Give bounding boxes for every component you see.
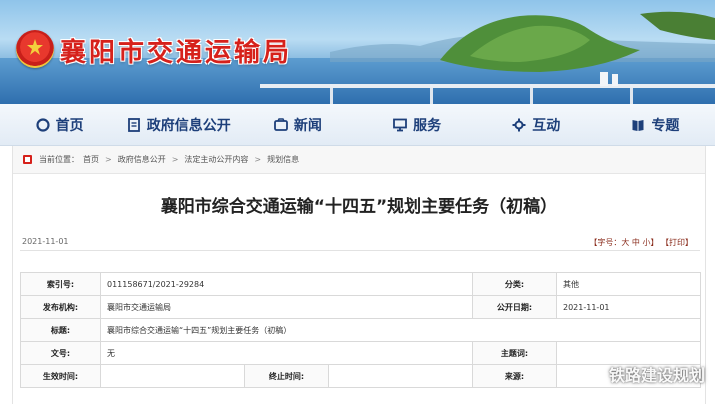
watermark: 铁路建设规划 — [581, 362, 705, 386]
breadcrumb: 当前位置： 首页 > 政府信息公开 > 法定主动公开内容 > 规划信息 — [13, 146, 705, 174]
breadcrumb-link-gov-info[interactable]: 政府信息公开 — [118, 154, 166, 165]
nav-label: 首页 — [55, 117, 84, 134]
nav-label: 专题 — [651, 117, 680, 134]
subject-label: 主题词: — [472, 341, 557, 365]
breadcrumb-prefix: 当前位置： — [39, 155, 79, 164]
breadcrumb-link-planning[interactable]: 规划信息 — [267, 154, 299, 165]
table-row: 发布机构: 襄阳市交通运输局 公开日期: 2021-11-01 — [20, 295, 701, 319]
nav-item-news[interactable]: 新闻 — [238, 115, 357, 135]
nav-label: 互动 — [532, 117, 561, 134]
monitor-icon — [393, 118, 407, 131]
font-size-large-button[interactable]: 大 — [621, 238, 629, 247]
title-value: 襄阳市综合交通运输“十四五”规划主要任务（初稿） — [100, 318, 701, 342]
site-banner: 襄阳市交通运输局 — [0, 0, 715, 104]
index-value: 011158671/2021-29284 — [100, 272, 473, 296]
article-tools: 【字号：大 中 小】 【打印】 — [589, 237, 693, 248]
main-nav: 首页 政府信息公开 新闻 服务 互动 专题 — [0, 104, 715, 146]
nav-item-topics[interactable]: 专题 — [596, 115, 715, 135]
effective-label: 生效时间: — [20, 364, 101, 388]
breadcrumb-separator: > — [105, 155, 112, 164]
docno-label: 文号: — [20, 341, 101, 365]
index-label: 索引号: — [20, 272, 101, 296]
article-date: 2021-11-01 — [22, 237, 69, 246]
publisher-label: 发布机构: — [20, 295, 101, 319]
nav-item-home[interactable]: 首页 — [0, 115, 119, 135]
watermark-text: 铁路建设规划 — [608, 366, 705, 385]
book-icon — [632, 119, 644, 131]
expiry-value — [328, 364, 473, 388]
table-row: 索引号: 011158671/2021-29284 分类: 其他 — [20, 272, 701, 296]
category-label: 分类: — [472, 272, 557, 296]
document-icon — [127, 117, 140, 132]
nav-label: 政府信息公开 — [146, 117, 231, 134]
national-emblem-icon — [16, 30, 54, 68]
site-title[interactable]: 襄阳市交通运输局 — [60, 32, 292, 69]
chat-bubble-icon — [581, 365, 603, 382]
pubdate-label: 公开日期: — [472, 295, 557, 319]
location-icon — [23, 155, 32, 164]
breadcrumb-link-home[interactable]: 首页 — [83, 154, 99, 165]
breadcrumb-separator: > — [171, 155, 179, 164]
breadcrumb-separator: > — [254, 155, 262, 164]
breadcrumb-link-statutory[interactable]: 法定主动公开内容 — [184, 154, 248, 165]
title-label: 标题: — [20, 318, 101, 342]
news-icon — [274, 117, 288, 131]
nav-label: 服务 — [413, 117, 442, 134]
nav-label: 新闻 — [293, 117, 322, 134]
nav-item-interaction[interactable]: 互动 — [477, 115, 596, 135]
category-value: 其他 — [556, 272, 701, 296]
pubdate-value: 2021-11-01 — [556, 295, 701, 319]
gear-icon — [512, 118, 526, 131]
font-size-close: 】 — [650, 238, 659, 247]
source-label: 来源: — [472, 364, 557, 388]
publisher-value: 襄阳市交通运输局 — [100, 295, 473, 319]
divider — [20, 250, 700, 251]
table-row: 标题: 襄阳市综合交通运输“十四五”规划主要任务（初稿） — [20, 318, 701, 342]
print-button[interactable]: 【打印】 — [661, 238, 693, 247]
font-size-medium-button[interactable]: 中 — [632, 238, 640, 247]
home-icon — [35, 117, 50, 132]
expiry-label: 终止时间: — [244, 364, 329, 388]
nav-item-service[interactable]: 服务 — [358, 115, 477, 135]
font-size-label: 【字号： — [589, 238, 622, 247]
page-title: 襄阳市综合交通运输“十四五”规划主要任务（初稿） — [160, 197, 558, 217]
effective-value — [100, 364, 245, 388]
docno-value: 无 — [100, 341, 473, 365]
nav-item-gov-info[interactable]: 政府信息公开 — [119, 115, 238, 135]
